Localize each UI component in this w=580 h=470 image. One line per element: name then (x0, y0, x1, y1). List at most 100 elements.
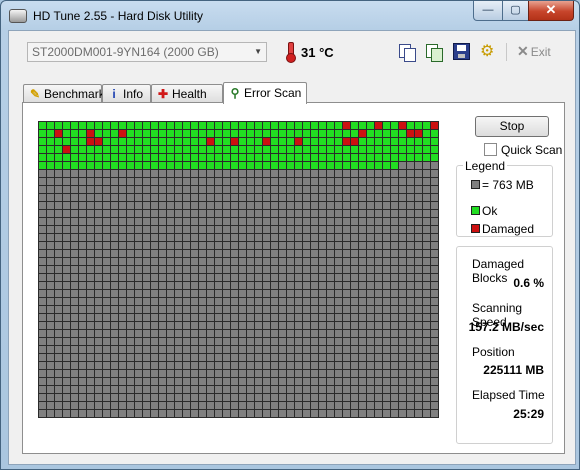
block-cell-unscanned (95, 202, 102, 209)
block-cell-ok (319, 138, 326, 145)
block-cell-unscanned (367, 394, 374, 401)
minimize-button[interactable]: — (473, 1, 503, 21)
block-cell-unscanned (263, 178, 270, 185)
block-cell-unscanned (223, 202, 230, 209)
block-cell-ok (223, 154, 230, 161)
block-cell-unscanned (199, 234, 206, 241)
options-icon[interactable]: ⚙ (480, 43, 498, 61)
block-cell-unscanned (407, 330, 414, 337)
block-cell-unscanned (159, 210, 166, 217)
block-cell-unscanned (135, 202, 142, 209)
block-cell-unscanned (215, 178, 222, 185)
maximize-button[interactable]: ▢ (502, 1, 529, 21)
block-cell-unscanned (207, 346, 214, 353)
block-cell-unscanned (103, 178, 110, 185)
block-cell-ok (111, 162, 118, 169)
quick-scan-checkbox[interactable]: Quick Scan (484, 143, 562, 157)
block-cell-unscanned (287, 290, 294, 297)
block-cell-unscanned (71, 314, 78, 321)
block-cell-unscanned (391, 402, 398, 409)
block-cell-unscanned (119, 314, 126, 321)
block-cell-unscanned (351, 194, 358, 201)
block-cell-unscanned (399, 338, 406, 345)
tab-info[interactable]: i Info (102, 84, 151, 102)
block-cell-ok (327, 138, 334, 145)
block-cell-ok (239, 130, 246, 137)
copy-screenshot-icon[interactable] (425, 43, 443, 62)
block-cell-ok (423, 154, 430, 161)
block-cell-unscanned (175, 274, 182, 281)
block-cell-unscanned (383, 202, 390, 209)
block-cell-unscanned (143, 226, 150, 233)
block-cell-ok (247, 130, 254, 137)
block-cell-unscanned (183, 266, 190, 273)
block-cell-unscanned (255, 410, 262, 417)
block-cell-unscanned (319, 202, 326, 209)
save-icon[interactable] (453, 43, 470, 60)
block-cell-unscanned (247, 186, 254, 193)
block-cell-unscanned (367, 346, 374, 353)
block-cell-unscanned (223, 370, 230, 377)
block-cell-unscanned (431, 242, 438, 249)
block-cell-ok (127, 162, 134, 169)
block-cell-unscanned (271, 274, 278, 281)
block-cell-unscanned (431, 354, 438, 361)
block-cell-unscanned (215, 362, 222, 369)
tab-error-scan[interactable]: ⚲ Error Scan (223, 82, 307, 104)
block-cell-unscanned (231, 354, 238, 361)
block-cell-unscanned (263, 314, 270, 321)
block-cell-unscanned (63, 338, 70, 345)
block-cell-unscanned (431, 402, 438, 409)
stop-button[interactable]: Stop (475, 116, 549, 137)
block-cell-unscanned (287, 370, 294, 377)
drive-select[interactable]: ST2000DM001-9YN164 (2000 GB) ▼ (27, 42, 267, 62)
block-cell-unscanned (343, 362, 350, 369)
block-cell-damaged (263, 138, 270, 145)
block-cell-unscanned (191, 314, 198, 321)
block-cell-unscanned (111, 218, 118, 225)
block-cell-unscanned (199, 362, 206, 369)
block-cell-unscanned (311, 266, 318, 273)
block-cell-ok (303, 154, 310, 161)
block-cell-ok (279, 146, 286, 153)
block-cell-unscanned (319, 282, 326, 289)
block-cell-unscanned (399, 410, 406, 417)
title-bar[interactable]: HD Tune 2.55 - Hard Disk Utility — ▢ ✕ (1, 1, 579, 29)
block-cell-unscanned (175, 170, 182, 177)
block-cell-unscanned (183, 194, 190, 201)
block-cell-unscanned (335, 410, 342, 417)
block-cell-unscanned (103, 346, 110, 353)
block-cell-unscanned (167, 378, 174, 385)
exit-button[interactable]: ✕ Exit (517, 43, 551, 60)
block-cell-unscanned (287, 226, 294, 233)
block-cell-unscanned (207, 282, 214, 289)
block-cell-unscanned (279, 402, 286, 409)
tab-benchmark[interactable]: ✎ Benchmark (23, 84, 105, 102)
block-cell-unscanned (199, 394, 206, 401)
close-button[interactable]: ✕ (528, 1, 574, 21)
block-cell-unscanned (351, 330, 358, 337)
block-cell-unscanned (191, 338, 198, 345)
copy-text-icon[interactable] (398, 43, 416, 62)
block-cell-unscanned (327, 186, 334, 193)
block-cell-unscanned (415, 282, 422, 289)
block-cell-unscanned (95, 362, 102, 369)
window-title: HD Tune 2.55 - Hard Disk Utility (33, 9, 204, 23)
block-cell-unscanned (143, 298, 150, 305)
block-cell-unscanned (111, 290, 118, 297)
block-cell-unscanned (271, 194, 278, 201)
block-cell-unscanned (303, 194, 310, 201)
thermometer-icon (285, 42, 296, 63)
block-cell-unscanned (127, 346, 134, 353)
block-cell-unscanned (223, 330, 230, 337)
block-cell-unscanned (247, 258, 254, 265)
block-cell-unscanned (383, 394, 390, 401)
tab-health[interactable]: ✚ Health (151, 84, 223, 102)
block-cell-unscanned (143, 354, 150, 361)
block-cell-unscanned (79, 362, 86, 369)
block-cell-unscanned (231, 370, 238, 377)
block-cell-ok (399, 130, 406, 137)
block-cell-unscanned (63, 306, 70, 313)
block-cell-unscanned (95, 330, 102, 337)
block-cell-unscanned (231, 290, 238, 297)
